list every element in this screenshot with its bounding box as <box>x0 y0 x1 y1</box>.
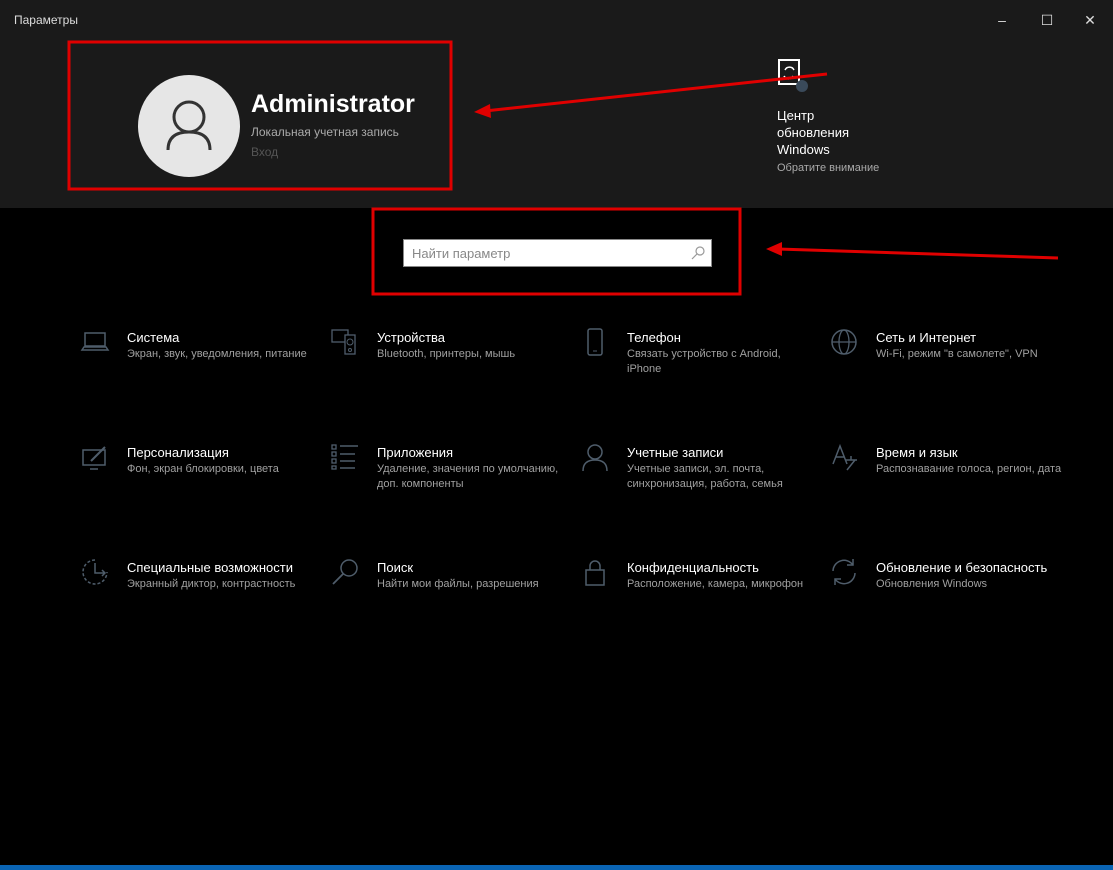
tile-title: Конфиденциальность <box>627 560 759 575</box>
personalization-icon <box>82 446 106 470</box>
bottom-accent-bar <box>0 865 1113 870</box>
settings-tile[interactable]: Учетные записи Учетные записи, эл. почта,… <box>580 442 820 532</box>
search-box[interactable] <box>403 239 712 267</box>
devices-icon <box>331 329 356 355</box>
settings-tile[interactable]: Устройства Bluetooth, принтеры, мышь <box>330 327 570 417</box>
minimize-button[interactable]: – <box>987 8 1017 32</box>
settings-tile[interactable]: Поиск Найти мои файлы, разрешения <box>330 557 570 647</box>
user-icon <box>166 100 212 151</box>
time-language-icon <box>832 443 857 471</box>
tile-title: Персонализация <box>127 445 229 460</box>
annotation-arrow-search <box>777 247 1059 260</box>
settings-tile[interactable]: Персонализация Фон, экран блокировки, цве… <box>80 442 320 532</box>
tile-description: Экранный диктор, контрастность <box>127 578 296 590</box>
header: Параметры – ☐ ✕ Administrator Локальная … <box>0 0 1113 208</box>
tile-title: Специальные возможности <box>127 560 293 575</box>
tile-title: Система <box>127 330 180 345</box>
accessibility-icon <box>82 559 108 585</box>
tile-description: Учетные записи, эл. почта, синхронизация… <box>627 463 783 490</box>
phone-icon <box>587 328 603 356</box>
settings-tile[interactable]: Телефон Связать устройство с Android, iPh… <box>580 327 820 417</box>
settings-tile[interactable]: Сеть и Интернет Wi-Fi, режим "в самолете"… <box>829 327 1069 417</box>
settings-tile[interactable]: Система Экран, звук, уведомления, питание <box>80 327 320 417</box>
tile-description: Удаление, значения по умолчанию, доп. ко… <box>377 463 559 490</box>
search-icon[interactable] <box>691 246 705 260</box>
apps-list-icon <box>331 444 358 470</box>
close-button[interactable]: ✕ <box>1075 8 1105 32</box>
maximize-button[interactable]: ☐ <box>1032 8 1062 32</box>
tile-title: Время и язык <box>876 445 958 460</box>
tile-description: Wi-Fi, режим "в самолете", VPN <box>876 348 1038 360</box>
tile-title: Обновление и безопасность <box>876 560 1048 575</box>
tile-description: Найти мои файлы, разрешения <box>377 578 539 590</box>
tile-description: Экран, звук, уведомления, питание <box>127 348 307 360</box>
tile-description: Распознавание голоса, регион, дата <box>876 463 1062 475</box>
user-name: Administrator <box>251 90 415 118</box>
tile-title: Сеть и Интернет <box>876 330 977 345</box>
settings-tile[interactable]: Время и язык Распознавание голоса, регион… <box>829 442 1069 532</box>
tile-title: Устройства <box>377 330 446 345</box>
windows-update-title[interactable]: Центр обновления Windows <box>777 107 867 158</box>
tile-description: Расположение, камера, микрофон <box>627 578 804 590</box>
account-type: Локальная учетная запись <box>251 125 399 139</box>
person-icon <box>582 444 608 472</box>
login-link[interactable]: Вход <box>251 145 278 159</box>
refresh-icon <box>832 559 856 585</box>
windows-update-icon[interactable] <box>777 58 813 94</box>
avatar[interactable] <box>138 75 240 177</box>
laptop-icon <box>80 332 110 351</box>
search-icon <box>332 559 358 585</box>
title-bar: Параметры – ☐ ✕ <box>0 0 1113 38</box>
settings-tile[interactable]: Специальные возможности Экранный диктор, … <box>80 557 320 647</box>
tile-title: Приложения <box>377 445 454 460</box>
windows-update-status: Обратите внимание <box>777 162 880 174</box>
tile-title: Телефон <box>627 330 681 345</box>
tile-title: Учетные записи <box>627 445 724 460</box>
tile-title: Поиск <box>377 560 414 575</box>
globe-icon <box>831 329 857 355</box>
window-title: Параметры <box>14 13 78 27</box>
lock-icon <box>585 560 605 586</box>
tile-description: Обновления Windows <box>876 578 988 590</box>
tile-description: Фон, экран блокировки, цвета <box>127 463 279 475</box>
settings-tile[interactable]: Обновление и безопасность Обновления Wind… <box>829 557 1069 647</box>
tile-description: Связать устройство с Android, iPhone <box>627 348 781 375</box>
settings-tile[interactable]: Приложения Удаление, значения по умолчани… <box>330 442 570 532</box>
settings-tile[interactable]: Конфиденциальность Расположение, камера, … <box>580 557 820 647</box>
tile-description: Bluetooth, принтеры, мышь <box>377 348 516 360</box>
search-input[interactable] <box>404 240 684 266</box>
